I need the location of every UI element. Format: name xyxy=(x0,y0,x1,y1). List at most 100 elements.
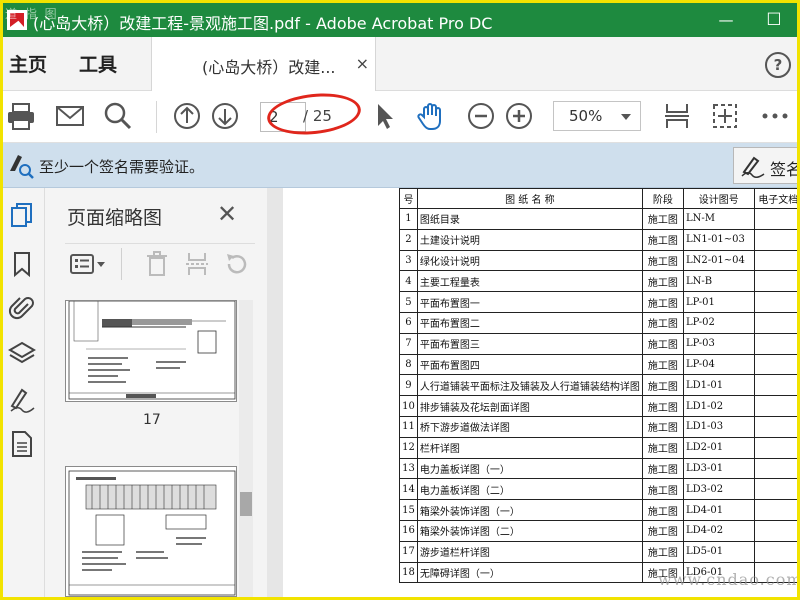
drawing-name: 电力盖板详图（二） xyxy=(416,478,643,501)
site-watermark: www.cndao.com xyxy=(658,570,797,589)
previous-page-icon[interactable] xyxy=(171,100,203,132)
help-icon[interactable]: ? xyxy=(765,52,791,78)
table-row: 14 电力盖板详图（二） 施工图 LD3-02 xyxy=(399,478,797,501)
drawing-name: 无障碍详图（一） xyxy=(416,561,643,584)
header-number: 号 xyxy=(399,188,418,209)
drawing-name: 桥下游步道做法详图 xyxy=(416,415,643,438)
app-window: 道 指 图 (心岛大桥）改建工程-景观施工图.pdf - Adobe Acrob… xyxy=(3,3,797,597)
table-row: 12 栏杆详图 施工图 LD2-01 xyxy=(399,436,797,459)
row-number: 18 xyxy=(399,561,418,584)
toolbar-divider xyxy=(156,101,157,133)
options-menu-icon[interactable] xyxy=(69,250,109,278)
drawing-name: 主要工程量表 xyxy=(416,270,643,293)
stage: 施工图 xyxy=(641,415,684,438)
attachment-icon[interactable] xyxy=(8,294,36,322)
table-row: 4 主要工程量表 施工图 LN-B xyxy=(399,270,797,293)
stage: 施工图 xyxy=(641,519,684,542)
hand-tool-icon[interactable] xyxy=(415,100,447,132)
maximize-button[interactable]: ☐ xyxy=(751,3,797,37)
more-options-icon[interactable] xyxy=(759,100,791,132)
stage: 施工图 xyxy=(641,208,684,230)
table-row: 11 桥下游步道做法详图 施工图 LD1-03 xyxy=(399,415,797,438)
page-thumbnails-icon[interactable] xyxy=(8,202,36,230)
close-icon[interactable]: ✕ xyxy=(217,200,237,228)
email-icon[interactable] xyxy=(54,100,86,132)
layers-icon[interactable] xyxy=(8,340,36,368)
stage: 施工图 xyxy=(641,228,684,251)
page-thumbnail-drawing xyxy=(68,470,236,596)
print-icon[interactable] xyxy=(5,100,37,132)
table-row: 2 土建设计说明 施工图 LN1-01~03 xyxy=(399,228,797,251)
stage: 施工图 xyxy=(641,291,684,313)
signature-panel-button[interactable]: 签名 xyxy=(733,147,797,184)
home-menu[interactable]: 主页 xyxy=(9,50,47,77)
page-thumbnail-drawing xyxy=(68,301,236,400)
bookmark-icon[interactable] xyxy=(8,250,36,278)
document-view: 号 图 纸 名 称 阶段 设计图号 电子文档 1 图纸目录 施工图 LN-M 2 土建设计… xyxy=(267,188,797,597)
navigation-rail xyxy=(3,188,45,597)
drawing-name: 人行道铺装平面标注及铺装及人行道铺装结构详图 xyxy=(416,374,643,397)
table-row: 17 游步道栏杆详图 施工图 LD5-01 xyxy=(399,540,797,563)
rotate-icon[interactable] xyxy=(223,250,251,278)
zoom-in-icon[interactable] xyxy=(503,100,535,132)
document-properties-icon[interactable] xyxy=(8,430,36,458)
drawing-name: 箱梁外装饰详图（二） xyxy=(416,519,643,542)
row-number: 5 xyxy=(399,291,418,313)
drawing-code: LD3-02 xyxy=(682,478,755,501)
signature-banner: 至少一个签名需要验证。 签名 xyxy=(3,143,797,188)
drawing-code: LN-M xyxy=(682,208,755,230)
minimize-button[interactable]: — xyxy=(703,3,749,37)
drawing-code: LN1-01~03 xyxy=(682,228,755,251)
drawing-name: 电力盖板详图（一） xyxy=(416,457,643,480)
drawing-code: LP-01 xyxy=(682,291,755,313)
extract-page-icon[interactable] xyxy=(183,250,211,278)
electronic-file xyxy=(753,332,797,355)
electronic-file xyxy=(753,499,797,521)
full-screen-icon[interactable] xyxy=(709,100,741,132)
tab-close-icon[interactable]: × xyxy=(356,54,369,73)
stage: 施工图 xyxy=(641,353,684,376)
table-row: 10 排步铺装及花坛剖面详图 施工图 LD1-02 xyxy=(399,395,797,417)
page-thumbnail[interactable] xyxy=(65,300,237,402)
next-page-icon[interactable] xyxy=(209,100,241,132)
scrollbar-thumb[interactable] xyxy=(240,492,252,516)
drawing-code: LD1-02 xyxy=(682,395,755,417)
select-cursor-icon[interactable] xyxy=(369,100,401,132)
row-number: 15 xyxy=(399,499,418,521)
panel-title: 页面缩略图 xyxy=(67,207,163,229)
drawing-code: LD4-01 xyxy=(682,499,755,521)
tab-label: (心岛大桥）改建... xyxy=(202,58,336,77)
table-row: 6 平面布置图二 施工图 LP-02 xyxy=(399,311,797,334)
search-icon[interactable] xyxy=(102,100,134,132)
drawing-name: 排步铺装及花坛剖面详图 xyxy=(416,395,643,417)
header-drawing-name: 图 纸 名 称 xyxy=(416,188,643,209)
row-number: 9 xyxy=(399,374,418,397)
zoom-select[interactable]: 50% xyxy=(553,101,641,131)
signature-panel-icon[interactable] xyxy=(8,386,36,414)
drawing-name: 绿化设计说明 xyxy=(416,249,643,272)
drawing-code: LN-B xyxy=(682,270,755,293)
header-electronic-file: 电子文档 xyxy=(753,188,797,209)
electronic-file xyxy=(753,478,797,501)
electronic-file xyxy=(753,228,797,251)
document-tab[interactable]: (心岛大桥）改建... × xyxy=(151,37,376,91)
delete-icon[interactable] xyxy=(143,250,171,278)
chevron-down-icon xyxy=(621,114,631,120)
electronic-file xyxy=(753,208,797,230)
fit-page-icon[interactable] xyxy=(661,100,693,132)
row-number: 7 xyxy=(399,332,418,355)
zoom-value: 50% xyxy=(569,107,603,125)
electronic-file xyxy=(753,353,797,376)
drawing-code: LP-04 xyxy=(682,353,755,376)
table-row: 15 箱梁外装饰详图（一） 施工图 LD4-01 xyxy=(399,499,797,521)
tools-menu[interactable]: 工具 xyxy=(79,50,117,77)
zoom-out-icon[interactable] xyxy=(465,100,497,132)
page-thumbnail[interactable] xyxy=(65,466,237,597)
row-number: 1 xyxy=(399,208,418,230)
table-row: 7 平面布置图三 施工图 LP-03 xyxy=(399,332,797,355)
stage: 施工图 xyxy=(641,332,684,355)
stage: 施工图 xyxy=(641,499,684,521)
thumbnail-scrollbar[interactable] xyxy=(239,300,253,597)
electronic-file xyxy=(753,519,797,542)
table-row: 16 箱梁外装饰详图（二） 施工图 LD4-02 xyxy=(399,519,797,542)
